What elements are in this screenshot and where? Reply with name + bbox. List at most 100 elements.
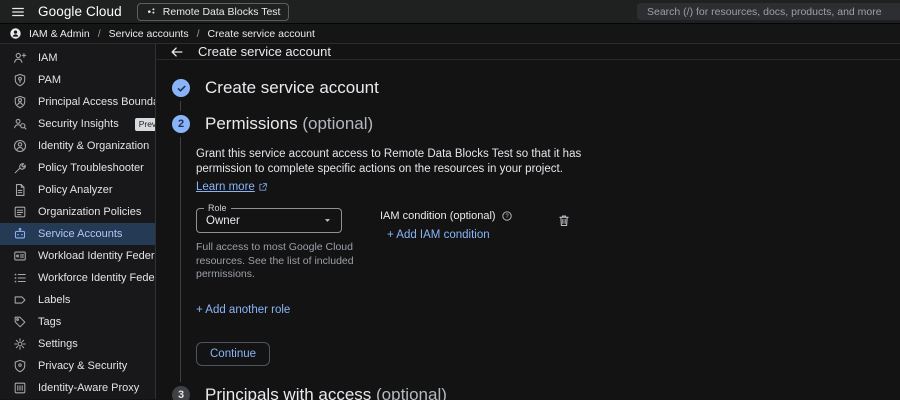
sidebar-item-security-insights[interactable]: Security Insights Preview [0, 113, 155, 135]
sidebar-item-label: Policy Analyzer [38, 184, 113, 196]
sidebar-item-iam[interactable]: IAM [0, 47, 155, 69]
svg-text:?: ? [505, 214, 509, 220]
sidebar-item-label: Labels [38, 294, 71, 306]
back-arrow-icon[interactable] [170, 45, 184, 59]
sidebar-item-settings[interactable]: Settings [0, 333, 155, 355]
wrench-icon [13, 161, 27, 175]
sidebar-item-label: Organization Policies [38, 206, 142, 218]
label-icon [13, 293, 27, 307]
step-3-number-badge: 3 [172, 385, 190, 400]
sidebar-item-label: PAM [38, 74, 62, 86]
sidebar-item-label: Workload Identity Federation [38, 250, 155, 262]
sidebar-item-organization-policies[interactable]: Organization Policies [0, 201, 155, 223]
step-connector [180, 101, 900, 111]
sidebar-item-privacy-security[interactable]: Privacy & Security [0, 355, 155, 377]
sidebar-item-label: Service Accounts [38, 228, 123, 240]
sidebar-item-labels[interactable]: Labels [0, 289, 155, 311]
iam-admin-icon [9, 27, 22, 40]
search-input[interactable] [637, 3, 900, 20]
breadcrumb-separator: / [97, 27, 101, 40]
step-2-optional-label: (optional) [302, 114, 374, 133]
add-another-role-link[interactable]: + Add another role [196, 304, 900, 316]
list-alt-icon [13, 205, 27, 219]
sidebar-item-label: Policy Troubleshooter [38, 162, 144, 174]
iam-condition-column: IAM condition (optional) ? + Add IAM con… [380, 208, 513, 241]
sidebar-item-principal-access-boundary[interactable]: Principal Access Boundary [0, 91, 155, 113]
person-search-icon [13, 117, 27, 131]
sidebar-item-label: Identity & Organization [38, 140, 150, 152]
tag-icon [13, 315, 27, 329]
iam-condition-label: IAM condition (optional) [380, 210, 496, 222]
proxy-icon [13, 381, 27, 395]
role-row: Role Owner Full access to most Google Cl… [196, 203, 900, 282]
project-selector-button[interactable]: Remote Data Blocks Test [136, 2, 290, 21]
sidebar-item-identity-aware-proxy[interactable]: Identity-Aware Proxy [0, 377, 155, 399]
sidebar-item-label: Workforce Identity Federation [38, 272, 156, 284]
step-1-header[interactable]: Create service account [172, 78, 900, 98]
step-1-completed-badge [172, 79, 190, 97]
sidebar-item-tags[interactable]: Tags [0, 311, 155, 333]
step-2-title: Permissions [205, 114, 298, 133]
main-content: Create service account Create service ac… [156, 44, 900, 400]
top-bar: Google Cloud Remote Data Blocks Test [0, 0, 900, 24]
sidebar-item-workload-identity-federation[interactable]: Workload Identity Federation [0, 245, 155, 267]
sidebar-item-label: Tags [38, 316, 62, 328]
role-field-label: Role [204, 203, 231, 213]
caret-down-icon [323, 216, 332, 225]
document-icon [13, 183, 27, 197]
robot-icon [13, 227, 27, 241]
sidebar-item-label: Security Insights [38, 118, 119, 130]
step-2-header[interactable]: 2 Permissions (optional) [172, 114, 900, 134]
person-add-icon [13, 51, 27, 65]
gear-icon [13, 337, 27, 351]
sidebar-item-workforce-identity-federation[interactable]: Workforce Identity Federation [0, 267, 155, 289]
page-title: Create service account [198, 44, 331, 59]
add-iam-condition-link[interactable]: + Add IAM condition [387, 229, 513, 241]
continue-button[interactable]: Continue [196, 341, 271, 366]
sidebar-item-policy-analyzer[interactable]: Policy Analyzer [0, 179, 155, 201]
breadcrumb-segment-create-service-account: Create service account [207, 27, 315, 40]
breadcrumb-bar: IAM & Admin / Service accounts / Create serv… [0, 24, 900, 44]
sidebar-item-label: Privacy & Security [38, 360, 128, 372]
stepper: Create service account 2 Permissions (op… [156, 60, 900, 400]
delete-role-button[interactable] [557, 213, 571, 228]
sidebar-item-pam[interactable]: PAM [0, 69, 155, 91]
breadcrumb: IAM & Admin / Service accounts / Create serv… [29, 28, 315, 40]
learn-more-label: Learn more [196, 181, 255, 193]
shield-person-icon [13, 95, 27, 109]
sidebar-item-label: Principal Access Boundary [38, 96, 156, 108]
project-selector-label: Remote Data Blocks Test [162, 5, 281, 18]
sidebar-item-policy-troubleshooter[interactable]: Policy Troubleshooter [0, 157, 155, 179]
external-link-icon [258, 182, 268, 192]
permissions-description: Grant this service account access to Rem… [196, 148, 582, 175]
step-3-title: Principals with access [205, 384, 372, 400]
breadcrumb-segment-iam-admin[interactable]: IAM & Admin [29, 28, 90, 40]
sidebar-item-label: Identity-Aware Proxy [38, 382, 140, 394]
breadcrumb-separator: / [196, 27, 200, 40]
role-selected-value: Owner [206, 214, 240, 227]
step-3-optional-label: (optional) [376, 384, 447, 400]
step-3-header[interactable]: 3 Principals with access (optional) [172, 385, 900, 400]
sidebar-item-label: IAM [38, 52, 58, 64]
menu-icon[interactable] [11, 5, 25, 19]
content-header: Create service account [156, 44, 900, 60]
badge-icon [13, 249, 27, 263]
learn-more-link[interactable]: Learn more [196, 181, 268, 193]
step-1-title: Create service account [205, 78, 379, 97]
role-help-text: Full access to most Google Cloud resourc… [196, 241, 354, 280]
preview-badge: Preview [134, 117, 155, 131]
sidebar-item-identity-organization[interactable]: Identity & Organization [0, 135, 155, 157]
step-2-number-badge: 2 [172, 115, 190, 133]
shield-key-icon [13, 73, 27, 87]
step-2-content: Grant this service account access to Rem… [180, 137, 900, 382]
shield-icon [13, 359, 27, 373]
help-icon[interactable]: ? [501, 210, 513, 222]
check-icon [176, 83, 187, 94]
sidebar-nav: IAM PAM Principal Access Boundary Security … [0, 44, 156, 399]
account-circle-icon [13, 139, 27, 153]
sidebar-item-service-accounts[interactable]: Service Accounts [0, 223, 155, 245]
breadcrumb-segment-service-accounts[interactable]: Service accounts [109, 28, 189, 40]
role-select[interactable]: Role Owner [196, 203, 342, 233]
project-icon [146, 6, 157, 17]
google-cloud-logo[interactable]: Google Cloud [38, 4, 122, 19]
